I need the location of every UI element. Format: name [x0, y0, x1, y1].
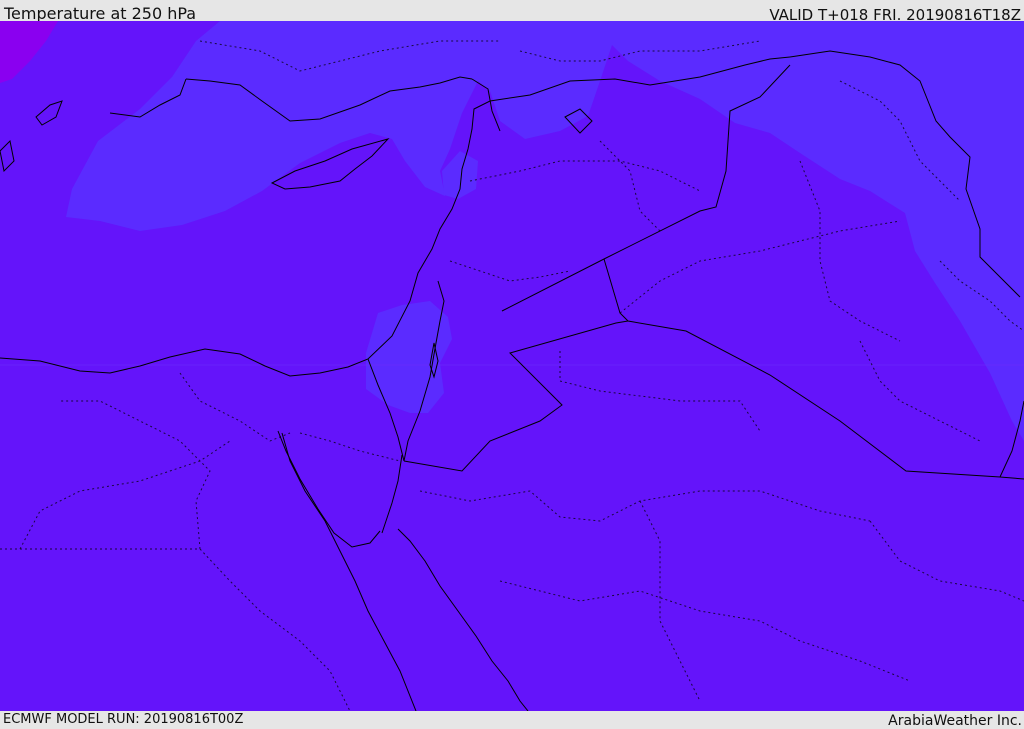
footer-bar: ECMWF MODEL RUN: 20190816T00Z ArabiaWeat… [0, 711, 1024, 729]
model-run-label: ECMWF MODEL RUN: 20190816T00Z [3, 712, 244, 727]
temperature-map [0, 21, 1024, 711]
weather-map-viewer: Temperature at 250 hPa VALID T+018 FRI. … [0, 0, 1024, 729]
credit-label: ArabiaWeather Inc. [888, 713, 1022, 729]
header-bar: Temperature at 250 hPa VALID T+018 FRI. … [0, 0, 1024, 24]
temperature-field-cool-levant [366, 301, 452, 413]
